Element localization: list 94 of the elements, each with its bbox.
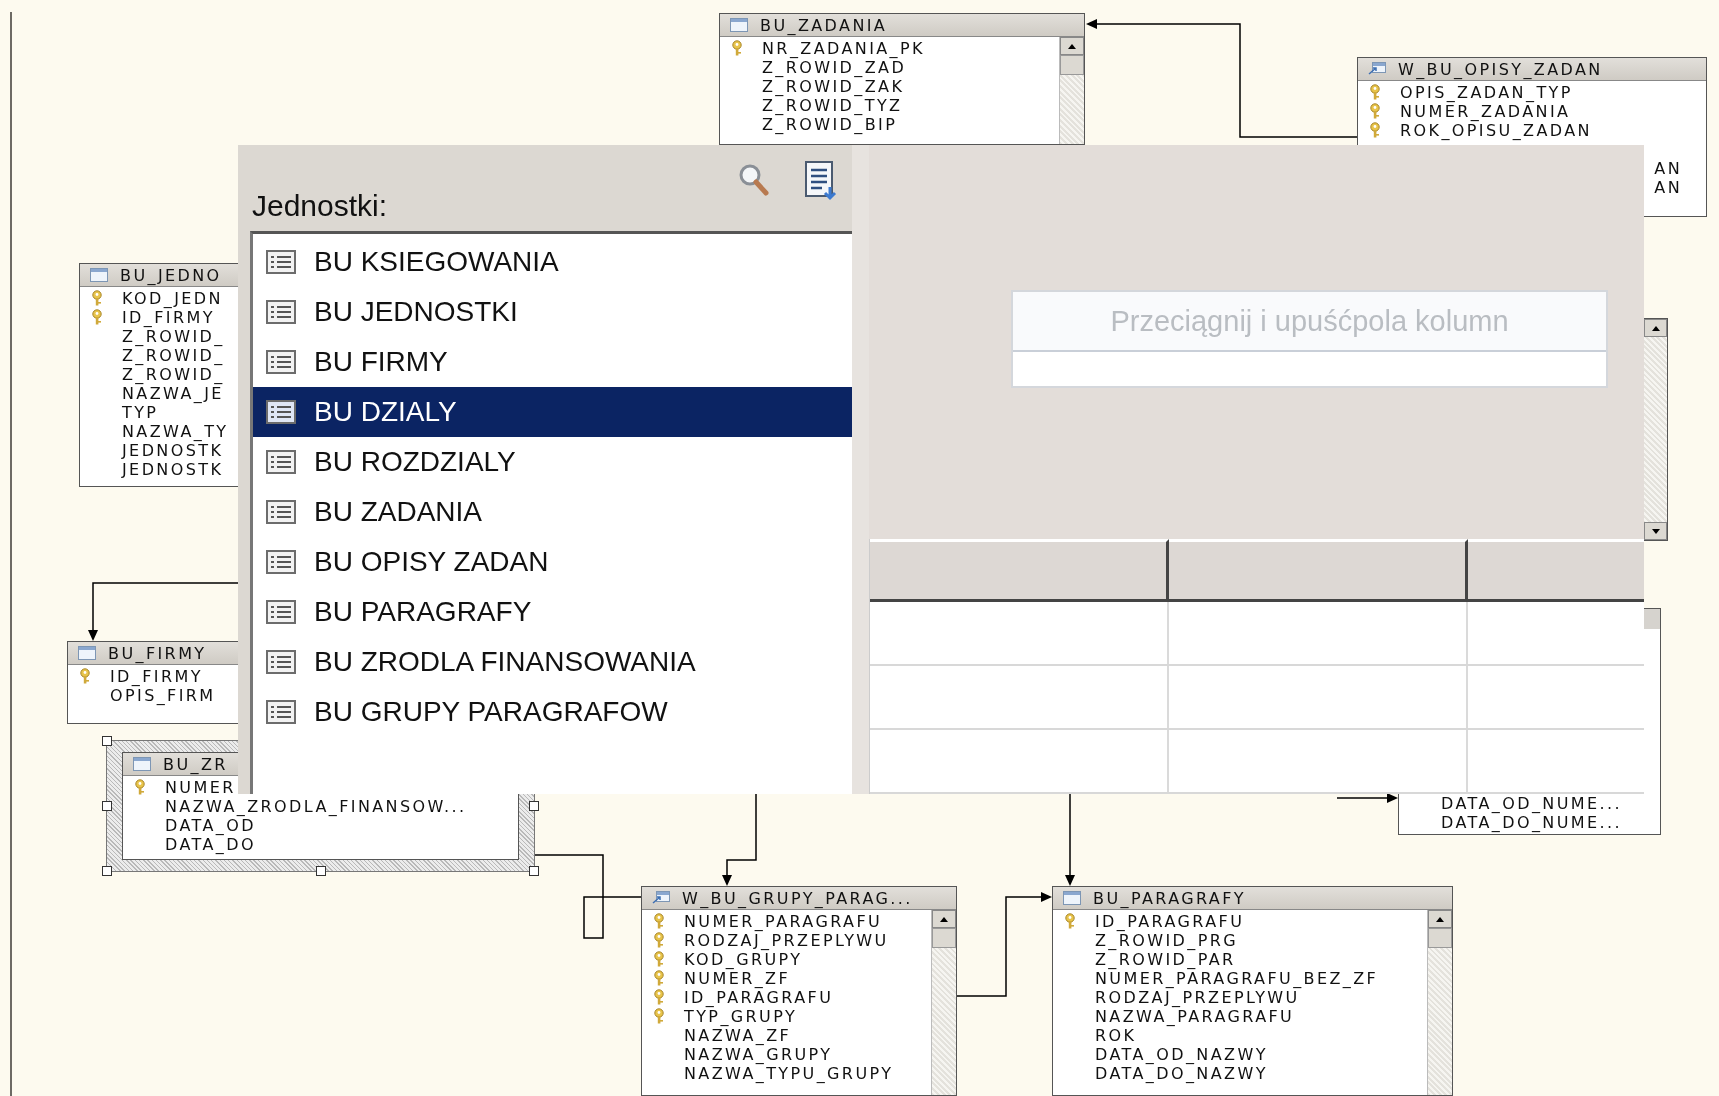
list-item[interactable]: BU JEDNOSTKI <box>253 287 852 337</box>
list-item[interactable]: BU PARAGRAFY <box>253 587 852 637</box>
resize-handle[interactable] <box>529 801 539 811</box>
list-icon <box>266 500 296 524</box>
column-name: ROK_OPISU_ZADAN <box>1400 121 1592 140</box>
column-name: Z_ROWID_ <box>122 365 225 384</box>
list-item[interactable]: BU DZIALY <box>253 387 852 437</box>
column-name: ID_FIRMY <box>110 667 203 686</box>
column-name: TYP <box>122 403 159 422</box>
list-icon <box>266 400 296 424</box>
table-title: BU_ZADANIA <box>760 15 888 35</box>
table-title: BU_FIRMY <box>108 643 207 663</box>
column-name: Z_ROWID_ZAD <box>762 58 907 77</box>
search-icon[interactable] <box>737 162 771 197</box>
scrollbar[interactable] <box>1427 910 1452 1095</box>
column-name: Z_ROWID_ZAK <box>762 77 905 96</box>
column-name: Z_ROWID_ <box>122 327 225 346</box>
column-name: JEDNOSTK <box>122 441 224 460</box>
linked-table-icon <box>652 891 670 905</box>
column-name: NUMER_PARAGRAFU <box>684 912 883 931</box>
column-name: NAZWA_TY <box>122 422 229 441</box>
column-name: NR_ZADANIA_PK <box>762 39 925 58</box>
table-icon <box>90 268 108 282</box>
column-name: AN <box>1654 159 1682 178</box>
column-name: NUMER_ZF <box>684 969 791 988</box>
column-name: NUMER <box>165 778 236 797</box>
linked-table-icon <box>1368 62 1386 76</box>
list-icon <box>266 700 296 724</box>
resize-handle[interactable] <box>529 866 539 876</box>
list-icon <box>266 250 296 274</box>
list-item[interactable]: BU ROZDZIALY <box>253 437 852 487</box>
column-name: NUMER_ZADANIA <box>1400 102 1571 121</box>
table-title: BU_ZR <box>163 754 228 774</box>
column-name: RODZAJ_PRZEPLYWU <box>1095 988 1300 1007</box>
table-title: W_BU_GRUPY_PARAG... <box>682 888 913 908</box>
column-name: DATA_DO_NUME... <box>1441 813 1622 832</box>
drop-zone[interactable]: Przeciągnij i upuśćpola kolumn <box>1011 290 1608 388</box>
list-icon <box>266 350 296 374</box>
table-icon <box>730 18 748 32</box>
column-name: KOD_JEDN <box>122 289 223 308</box>
table-title: W_BU_OPISY_ZADAN <box>1398 59 1603 79</box>
resize-handle[interactable] <box>102 736 112 746</box>
list-item[interactable]: BU OPISY ZADAN <box>253 537 852 587</box>
table-title: BU_JEDNO <box>120 265 222 285</box>
list-item[interactable]: BU ZRODLA FINANSOWANIA <box>253 637 852 687</box>
column-name: KOD_GRUPY <box>684 950 803 969</box>
column-name: Z_ROWID_BIP <box>762 115 898 134</box>
scrollbar[interactable] <box>1644 318 1668 541</box>
column-name: ID_PARAGRAFU <box>684 988 834 1007</box>
column-name: NAZWA_PARAGRAFU <box>1095 1007 1295 1026</box>
column-name: NAZWA_JE <box>122 384 224 403</box>
table-title: BU_PARAGRAFY <box>1093 888 1246 908</box>
column-name: RODZAJ_PRZEPLYWU <box>684 931 889 950</box>
column-name: NAZWA_ZF <box>684 1026 792 1045</box>
column-name: DATA_DO <box>165 835 256 854</box>
relationship-line <box>1336 793 1398 803</box>
table-icon <box>133 757 151 771</box>
column-name: Z_ROWID_PRG <box>1095 931 1239 950</box>
resize-handle[interactable] <box>102 801 112 811</box>
column-name: OPIS_FIRM <box>110 686 216 705</box>
column-name: Z_ROWID_TYZ <box>762 96 903 115</box>
column-name: AN <box>1654 178 1682 197</box>
column-name: OPIS_ZADAN_TYP <box>1400 83 1573 102</box>
scrollbar[interactable] <box>1059 37 1084 144</box>
column-name: ROK <box>1095 1026 1137 1045</box>
column-name: DATA_OD_NUME... <box>1441 794 1622 813</box>
table-icon <box>1063 891 1081 905</box>
list-icon <box>266 300 296 324</box>
column-name: ID_PARAGRAFU <box>1095 912 1245 931</box>
resize-handle[interactable] <box>102 866 112 876</box>
column-name: DATA_OD <box>165 816 256 835</box>
column-name: NUMER_PARAGRAFU_BEZ_ZF <box>1095 969 1379 988</box>
table-icon <box>78 646 96 660</box>
column-name: NAZWA_GRUPY <box>684 1045 833 1064</box>
scrollbar[interactable] <box>931 910 956 1095</box>
column-name: DATA_OD_NAZWY <box>1095 1045 1268 1064</box>
list-item[interactable]: BU ZADANIA <box>253 487 852 537</box>
column-name: ID_FIRMY <box>122 308 215 327</box>
column-name: NAZWA_TYPU_GRUPY <box>684 1064 894 1083</box>
list-item[interactable]: BU GRUPY PARAGRAFOW <box>253 687 852 737</box>
list-icon <box>266 650 296 674</box>
column-name: Z_ROWID_ <box>122 346 225 365</box>
resize-handle[interactable] <box>315 866 326 876</box>
list-icon <box>266 600 296 624</box>
column-name: JEDNOSTK <box>122 460 224 479</box>
list-icon <box>266 450 296 474</box>
list-item[interactable]: BU KSIEGOWANIA <box>253 237 852 287</box>
list-item[interactable]: BU FIRMY <box>253 337 852 387</box>
list-icon <box>266 550 296 574</box>
panel-label: Jednostki: <box>252 189 389 223</box>
column-name: TYP_GRUPY <box>684 1007 798 1026</box>
column-name: Z_ROWID_PAR <box>1095 950 1236 969</box>
column-name: DATA_DO_NAZWY <box>1095 1064 1268 1083</box>
column-name: NAZWA_ZRODLA_FINANSOW... <box>165 797 467 816</box>
